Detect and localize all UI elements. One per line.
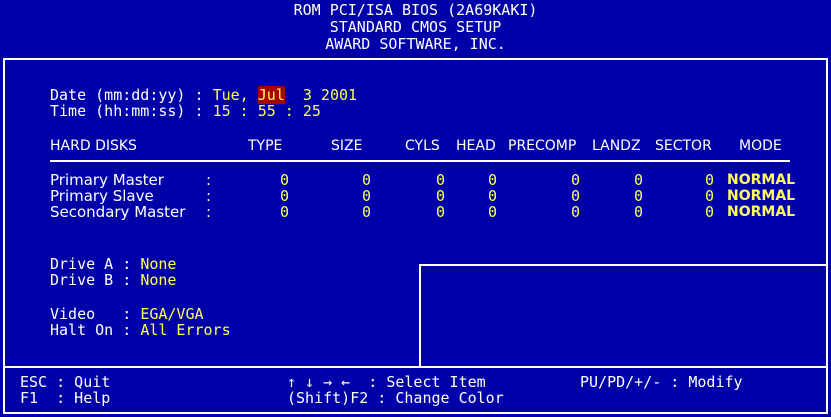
col-header-type: TYPE	[248, 138, 283, 154]
disk-cyls: 0	[436, 171, 446, 189]
disk-type[interactable]: 0	[280, 188, 289, 204]
disk-head: 0	[488, 171, 498, 189]
footer-color-hint: (Shift)F2 : Change Color	[287, 389, 504, 407]
disk-name: Secondary Master	[50, 203, 186, 221]
disk-name: Primary Slave	[50, 187, 154, 205]
video-row: Video : EGA/VGA	[50, 306, 204, 322]
disk-sector: 0	[705, 187, 715, 205]
disk-landz: 0	[634, 203, 644, 221]
time-row: Time (hh:mm:ss) : 15 : 55 : 25	[50, 103, 321, 119]
drive-b-value[interactable]: None	[140, 271, 176, 289]
disk-sector: 0	[705, 203, 715, 221]
footer-select-hint: ↑ ↓ → ← : Select Item	[287, 374, 486, 390]
disk-cyls: 0	[436, 187, 446, 205]
setup-title: STANDARD CMOS SETUP	[329, 18, 502, 36]
drive-b-row: Drive B : None	[50, 272, 176, 288]
drive-a-row: Drive A : None	[50, 256, 176, 272]
col-header-head: HEAD	[456, 138, 496, 154]
disk-name-separator: :	[206, 171, 212, 189]
disk-precomp: 0	[571, 187, 581, 205]
time-separator: :	[275, 102, 303, 120]
disk-type[interactable]: 0	[280, 204, 289, 220]
date-row: Date (mm:dd:yy) : Tue, Jul 3 2001	[50, 86, 357, 104]
disk-head: 0	[488, 187, 498, 205]
disk-name-separator: :	[206, 203, 212, 221]
disk-mode[interactable]: NORMAL	[727, 172, 795, 188]
col-header-size: SIZE	[331, 138, 363, 154]
disk-size: 0	[362, 203, 372, 221]
halt-row: Halt On : All Errors	[50, 322, 231, 338]
col-header-sector: SECTOR	[655, 138, 712, 154]
footer-f1-hint: F1 : Help	[20, 389, 111, 407]
disk-type[interactable]: 0	[280, 172, 289, 188]
disk-precomp: 0	[571, 171, 581, 189]
disk-name-separator: :	[206, 187, 212, 205]
halt-label: Halt On :	[50, 321, 141, 339]
time-label: Time (hh:mm:ss) :	[50, 102, 213, 120]
footer-modify-hint: PU/PD/+/- : Modify	[580, 373, 743, 391]
bios-title: ROM PCI/ISA BIOS (2A69KAKI)	[293, 1, 538, 19]
disk-size: 0	[362, 187, 372, 205]
col-header-mode: MODE	[739, 138, 782, 154]
time-minute-field[interactable]: 55	[258, 102, 276, 120]
time-second-field[interactable]: 25	[303, 102, 321, 120]
disk-landz: 0	[634, 187, 644, 205]
col-header-hard-disks: HARD DISKS	[50, 138, 137, 154]
disk-sector: 0	[705, 171, 715, 189]
disk-mode[interactable]: NORMAL	[727, 188, 795, 204]
footer-divider	[3, 366, 828, 368]
disk-name: Primary Master	[50, 171, 164, 189]
footer-esc-hint: ESC : Quit	[20, 373, 111, 391]
col-header-precomp: PRECOMP	[508, 138, 577, 154]
table-header-rule	[50, 160, 790, 162]
disk-mode[interactable]: NORMAL	[727, 204, 795, 220]
col-header-cyls: CYLS	[405, 138, 440, 154]
disk-cyls: 0	[436, 203, 446, 221]
disk-precomp: 0	[571, 203, 581, 221]
col-header-landz: LANDZ	[592, 138, 641, 154]
item-help-panel	[421, 266, 826, 365]
halt-value[interactable]: All Errors	[140, 321, 230, 339]
disk-size: 0	[362, 171, 372, 189]
time-separator: :	[230, 102, 258, 120]
disk-head: 0	[488, 203, 498, 221]
disk-landz: 0	[634, 171, 644, 189]
drive-b-label: Drive B :	[50, 271, 141, 289]
vendor-title: AWARD SOFTWARE, INC.	[325, 35, 506, 53]
time-hour-field[interactable]: 15	[213, 102, 231, 120]
